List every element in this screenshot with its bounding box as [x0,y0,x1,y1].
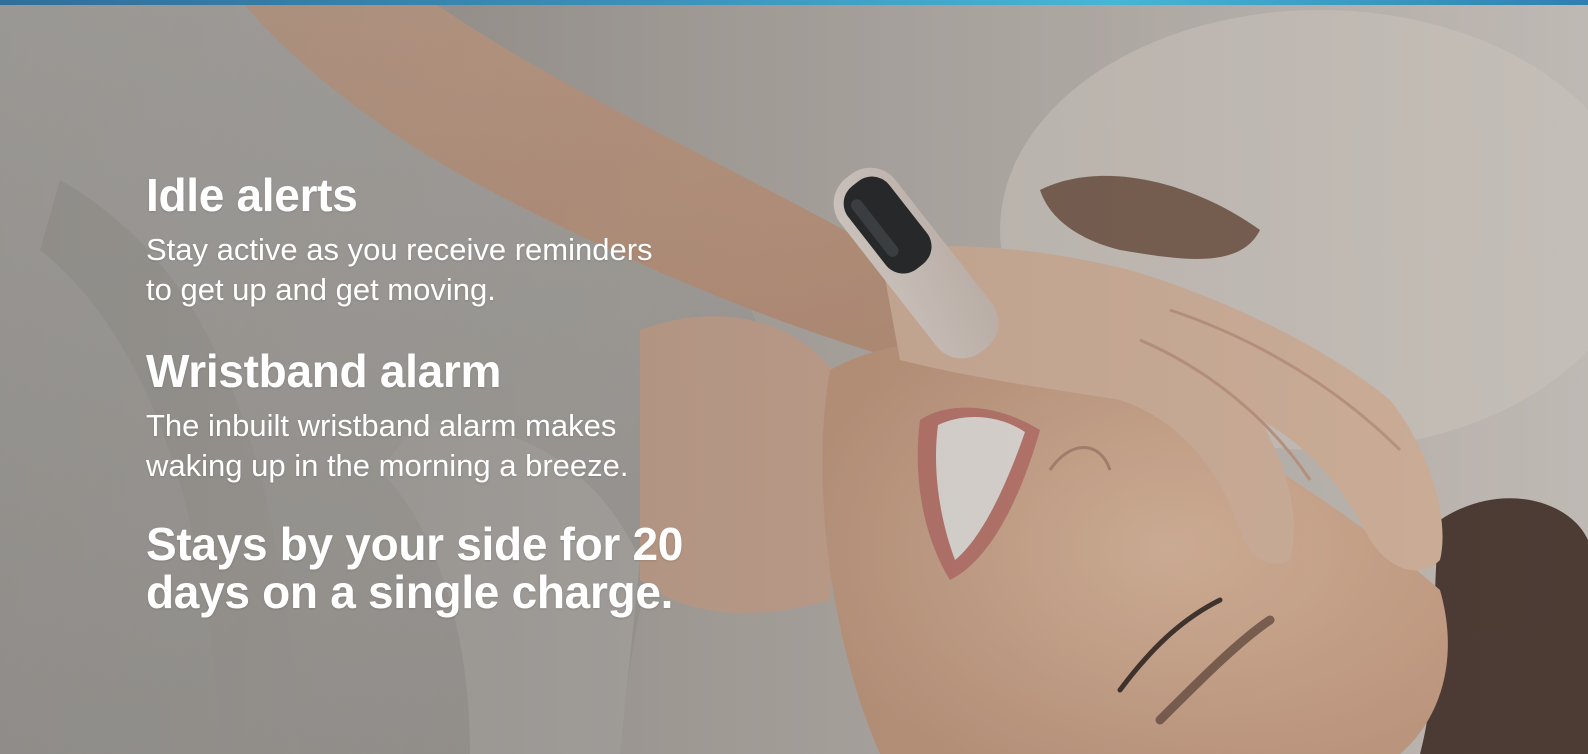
feature-idle-alerts: Idle alerts Stay active as you receive r… [146,168,706,310]
top-accent-strip [0,0,1588,5]
feature-copy: Idle alerts Stay active as you receive r… [146,168,706,616]
battery-life-headline: Stays by your side for 20 days on a sing… [146,518,684,618]
feature-wristband-alarm: Wristband alarm The inbuilt wristband al… [146,344,706,486]
feature-title: Wristband alarm [146,345,502,397]
feature-title: Idle alerts [146,169,358,221]
feature-description: Stay active as you receive reminders to … [146,232,653,307]
feature-description: The inbuilt wristband alarm makes waking… [146,408,629,483]
feature-banner: Idle alerts Stay active as you receive r… [0,0,1588,754]
